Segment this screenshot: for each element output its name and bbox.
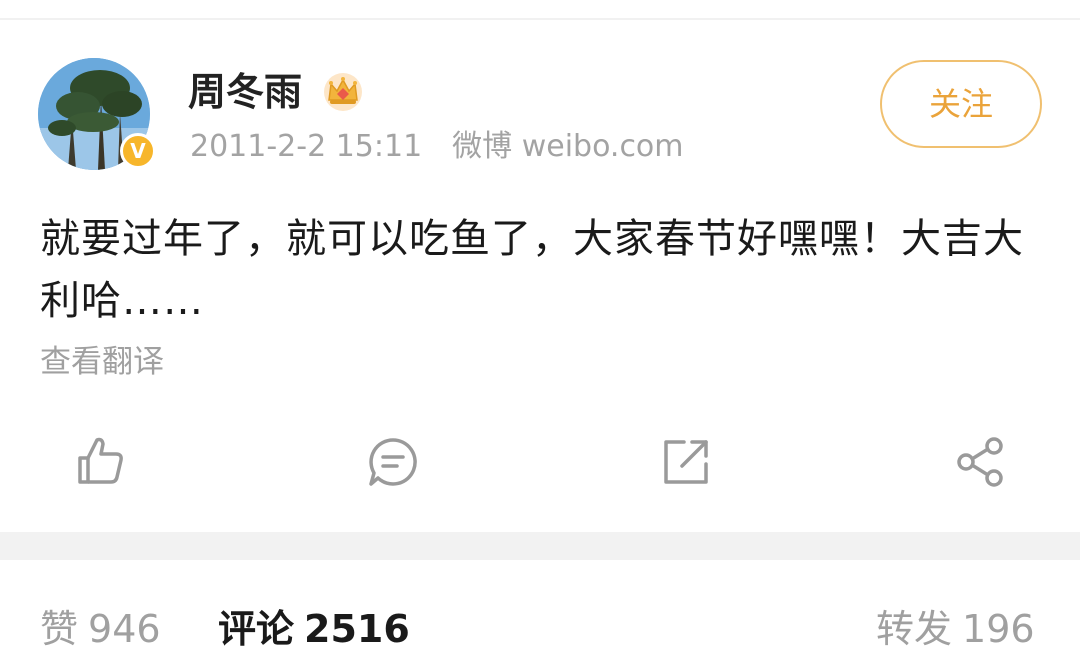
likes-count: 946 xyxy=(88,607,161,651)
username[interactable]: 周冬雨 xyxy=(188,68,302,116)
like-button[interactable] xyxy=(70,432,130,492)
translate-link[interactable]: 查看翻译 xyxy=(40,340,164,384)
likes-label: 赞 xyxy=(40,607,79,651)
tab-reposts[interactable]: 转发 196 xyxy=(876,604,1035,654)
post-text: 就要过年了，就可以吃鱼了，大家春节好嘿嘿！大吉大利哈…… xyxy=(40,216,1024,324)
reposts-count: 196 xyxy=(962,607,1035,651)
repost-icon xyxy=(664,440,708,484)
comments-count: 2516 xyxy=(304,607,410,651)
top-divider xyxy=(0,18,1080,20)
crown-icon[interactable] xyxy=(322,70,364,112)
comment-button[interactable] xyxy=(363,432,423,492)
share-icon xyxy=(957,437,1003,487)
reposts-label: 转发 xyxy=(876,607,953,651)
verified-badge-icon: V xyxy=(120,133,156,169)
tab-comments[interactable]: 评论 2516 xyxy=(218,604,410,654)
section-separator xyxy=(0,532,1080,560)
comments-label: 评论 xyxy=(218,607,295,651)
post-meta: 2011-2-2 15:11 微博 weibo.com xyxy=(190,128,684,166)
repost-button[interactable] xyxy=(656,432,716,492)
follow-button[interactable]: 关注 xyxy=(880,60,1042,148)
thumbs-up-icon xyxy=(78,437,123,484)
weibo-post-page: V 周冬雨 2011-2-2 15:11 微博 weibo.com 关注 就要过年… xyxy=(0,0,1080,654)
tab-likes[interactable]: 赞 946 xyxy=(40,604,161,654)
share-button[interactable] xyxy=(950,432,1010,492)
post-source: 微博 weibo.com xyxy=(452,129,684,164)
post-timestamp: 2011-2-2 15:11 xyxy=(190,129,423,164)
comment-icon xyxy=(369,438,417,486)
